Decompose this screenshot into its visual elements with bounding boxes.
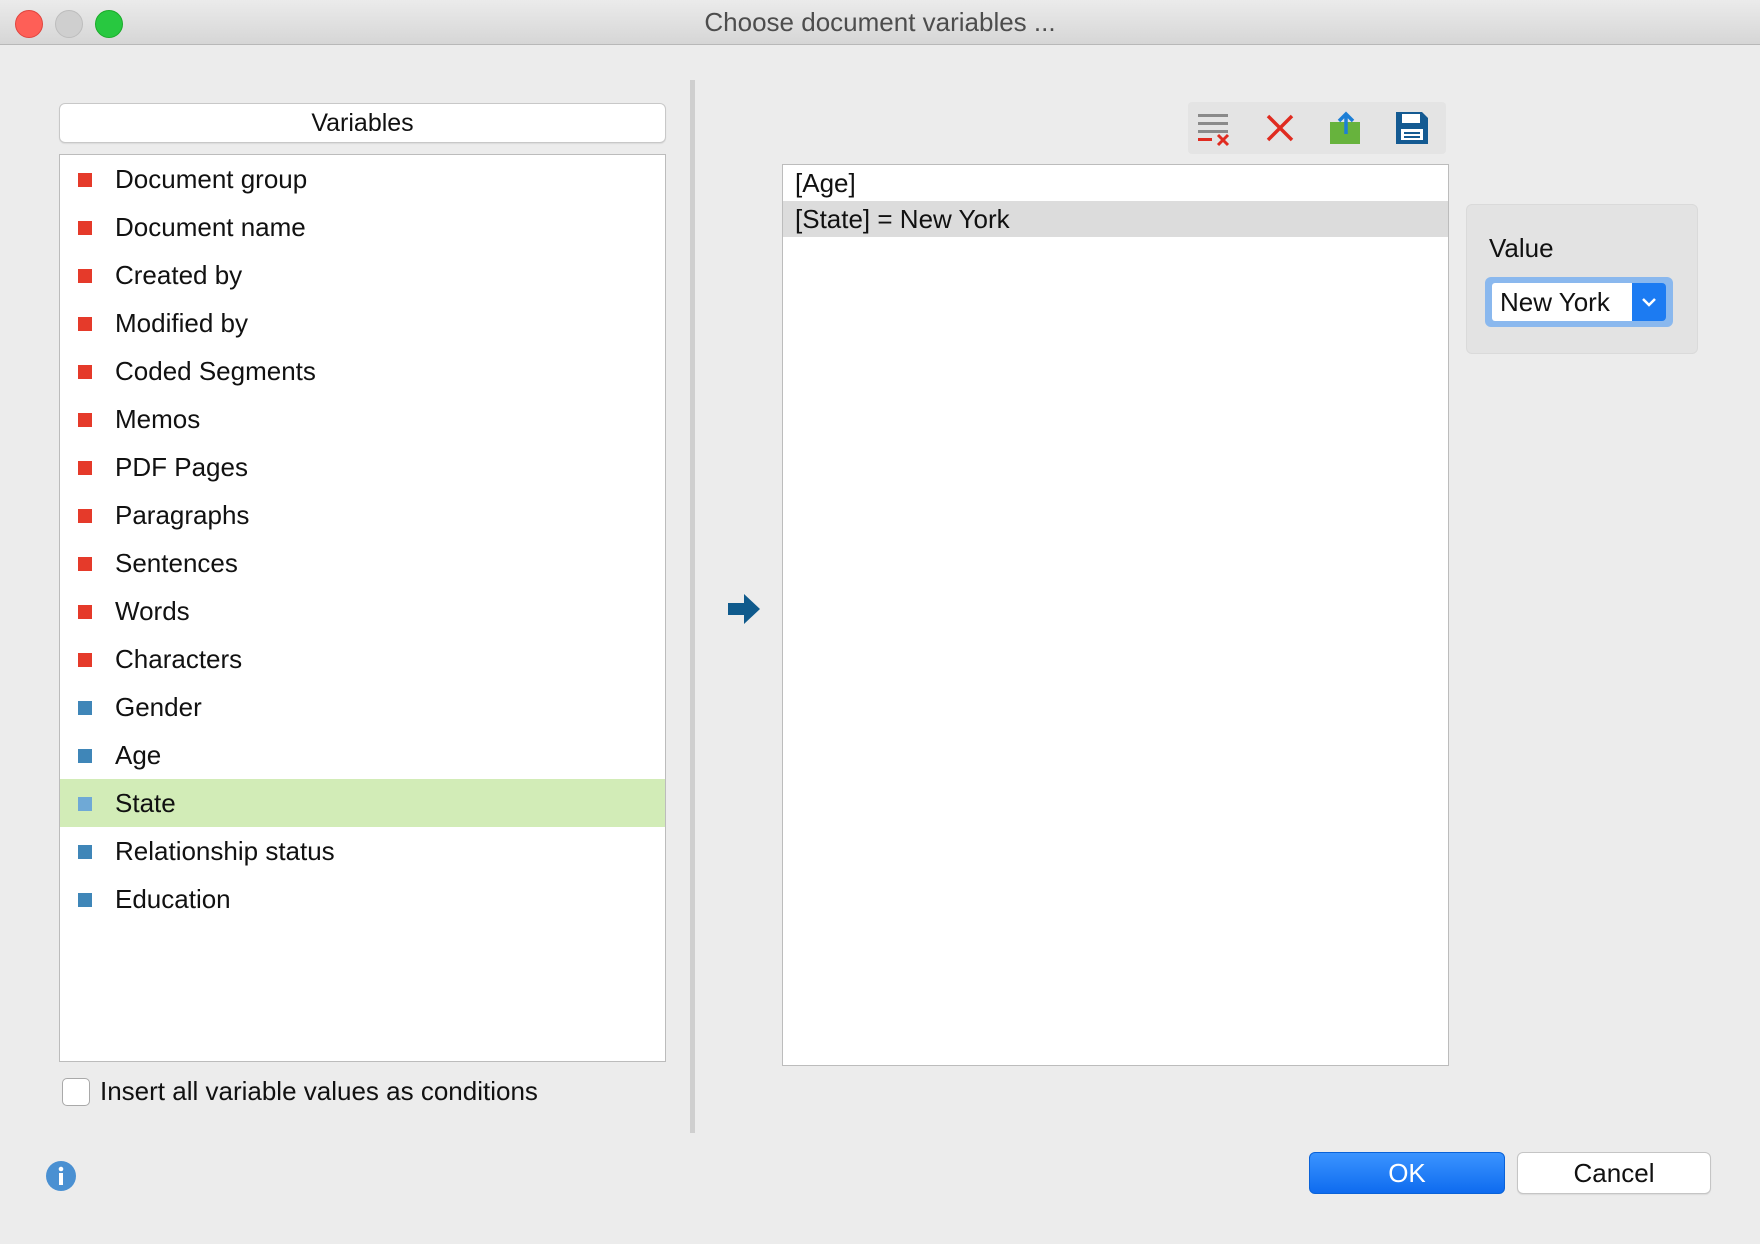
variable-label: Words — [115, 596, 190, 626]
variable-label: PDF Pages — [115, 452, 248, 482]
variable-item-document-name[interactable]: Document name — [60, 203, 665, 251]
arrow-right-icon[interactable] — [726, 592, 762, 626]
panel-splitter[interactable] — [690, 80, 695, 1133]
dialog-window: Choose document variables ... Variables … — [0, 0, 1760, 1244]
value-select-field[interactable]: New York — [1492, 283, 1632, 321]
variable-label: Document group — [115, 164, 308, 194]
variable-item-characters[interactable]: Characters — [60, 635, 665, 683]
system-variable-icon — [78, 221, 92, 235]
clear-list-button[interactable] — [1194, 108, 1234, 148]
value-panel: Value New York — [1466, 204, 1698, 354]
variable-label: Characters — [115, 644, 243, 674]
value-label: Value — [1489, 233, 1554, 263]
export-button[interactable] — [1326, 108, 1366, 148]
title-bar: Choose document variables ... — [0, 0, 1760, 45]
user-variable-icon — [78, 749, 92, 763]
system-variable-icon — [78, 557, 92, 571]
user-variable-icon — [78, 845, 92, 859]
save-button[interactable] — [1392, 108, 1432, 148]
conditions-toolbar — [1188, 102, 1446, 154]
variable-item-paragraphs[interactable]: Paragraphs — [60, 491, 665, 539]
value-dropdown-button[interactable] — [1632, 283, 1666, 321]
system-variable-icon — [78, 269, 92, 283]
condition-label: [State] = New York — [795, 204, 1010, 234]
system-variable-icon — [78, 461, 92, 475]
system-variable-icon — [78, 317, 92, 331]
variable-item-words[interactable]: Words — [60, 587, 665, 635]
variable-label: Created by — [115, 260, 243, 290]
system-variable-icon — [78, 365, 92, 379]
ok-button[interactable]: OK — [1309, 1152, 1505, 1194]
value-select[interactable]: New York — [1485, 277, 1673, 327]
insert-all-values-label[interactable]: Insert all variable values as conditions — [100, 1074, 538, 1108]
user-variable-icon — [78, 893, 92, 907]
conditions-list: [Age] [State] = New York — [782, 164, 1449, 1066]
info-icon[interactable] — [45, 1160, 77, 1192]
variable-label: Education — [115, 884, 231, 914]
variable-label: Coded Segments — [115, 356, 316, 386]
save-icon — [1396, 112, 1428, 144]
delete-icon — [1266, 114, 1294, 142]
variable-label: Modified by — [115, 308, 248, 338]
variable-item-sentences[interactable]: Sentences — [60, 539, 665, 587]
variable-label: Age — [115, 740, 162, 770]
system-variable-icon — [78, 509, 92, 523]
variable-label: Memos — [115, 404, 201, 434]
variable-item-state[interactable]: State — [60, 779, 665, 827]
variables-list: Document group Document name Created by … — [59, 154, 666, 1062]
variable-label: Document name — [115, 212, 306, 242]
variable-item-created-by[interactable]: Created by — [60, 251, 665, 299]
window-title: Choose document variables ... — [704, 7, 1056, 37]
clear-list-icon — [1198, 114, 1230, 147]
variable-label: State — [115, 788, 176, 818]
variable-item-memos[interactable]: Memos — [60, 395, 665, 443]
variable-item-age[interactable]: Age — [60, 731, 665, 779]
variable-label: Relationship status — [115, 836, 335, 866]
insert-all-values-checkbox[interactable] — [62, 1078, 90, 1106]
variable-item-coded-segments[interactable]: Coded Segments — [60, 347, 665, 395]
system-variable-icon — [78, 605, 92, 619]
variable-label: Paragraphs — [115, 500, 250, 530]
condition-item[interactable]: [Age] — [783, 165, 1448, 201]
variable-item-modified-by[interactable]: Modified by — [60, 299, 665, 347]
condition-label: [Age] — [795, 168, 856, 198]
condition-item[interactable]: [State] = New York — [783, 201, 1448, 237]
variable-label: Sentences — [115, 548, 238, 578]
system-variable-icon — [78, 173, 92, 187]
variables-header[interactable]: Variables — [59, 103, 666, 143]
cancel-button[interactable]: Cancel — [1517, 1152, 1711, 1194]
chevron-down-icon — [1642, 298, 1656, 307]
variable-item-education[interactable]: Education — [60, 875, 665, 923]
delete-condition-button[interactable] — [1260, 108, 1300, 148]
variable-item-gender[interactable]: Gender — [60, 683, 665, 731]
variable-label: Gender — [115, 692, 202, 722]
system-variable-icon — [78, 413, 92, 427]
export-icon — [1330, 111, 1360, 144]
value-select-text: New York — [1500, 287, 1610, 317]
variable-item-pdf-pages[interactable]: PDF Pages — [60, 443, 665, 491]
variable-item-document-group[interactable]: Document group — [60, 155, 665, 203]
system-variable-icon — [78, 653, 92, 667]
variable-item-relationship-status[interactable]: Relationship status — [60, 827, 665, 875]
user-variable-icon — [78, 701, 92, 715]
user-variable-icon — [78, 797, 92, 811]
